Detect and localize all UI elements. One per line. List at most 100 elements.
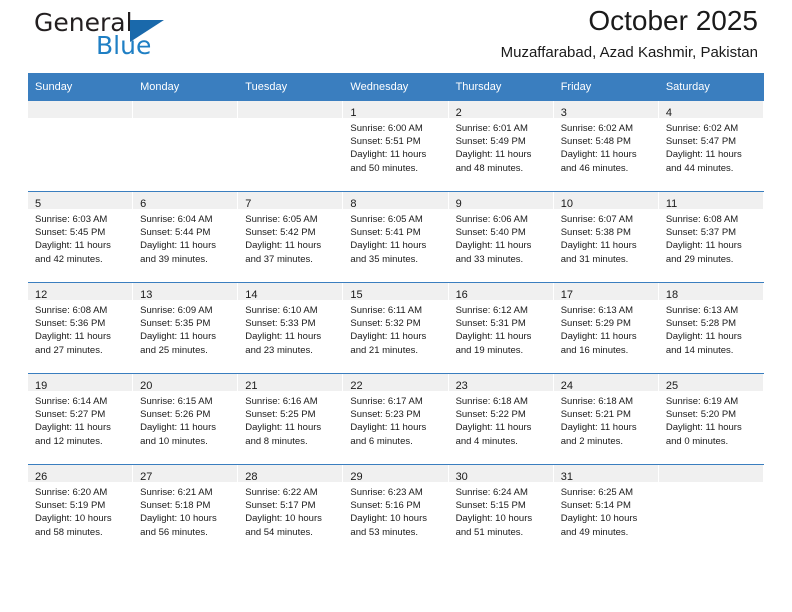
sunset-line: Sunset: 5:45 PM — [35, 227, 106, 239]
day-cell-body: Sunrise: 6:14 AM Sunset: 5:27 PM Daylight:… — [28, 391, 133, 448]
day-number: 25 — [665, 380, 679, 392]
day-cell-body: Sunrise: 6:25 AM Sunset: 5:14 PM Daylight:… — [554, 482, 659, 539]
day-cell-inner — [133, 101, 239, 191]
day-number-band — [238, 101, 344, 118]
calendar-day-cell[interactable]: 6 Sunrise: 6:04 AM Sunset: 5:44 PM Daylight… — [133, 191, 239, 283]
day-number: 17 — [560, 289, 573, 301]
calendar-day-cell[interactable]: 3 Sunrise: 6:02 AM Sunset: 5:48 PM Daylight… — [553, 101, 659, 192]
calendar-day-cell[interactable]: 26 Sunrise: 6:20 AM Sunset: 5:19 PM Dayligh… — [28, 464, 134, 555]
daylight-line-1: Daylight: 11 hours — [35, 331, 111, 343]
calendar-day-cell[interactable]: 27 Sunrise: 6:21 AM Sunset: 5:18 PM Dayligh… — [133, 464, 239, 555]
day-cell-body: Sunrise: 6:15 AM Sunset: 5:26 PM Daylight:… — [133, 391, 238, 448]
sunset-line: Sunset: 5:22 PM — [455, 409, 526, 421]
day-number: 12 — [35, 289, 48, 301]
day-cell-inner: 26 Sunrise: 6:20 AM Sunset: 5:19 PM Dayligh… — [28, 465, 134, 555]
calendar-day-cell[interactable]: 9 Sunrise: 6:06 AM Sunset: 5:40 PM Daylight… — [448, 191, 554, 283]
day-cell-inner: 1 Sunrise: 6:00 AM Sunset: 5:51 PM Daylight… — [343, 101, 449, 191]
sunrise-line: Sunrise: 6:15 AM — [140, 396, 213, 407]
day-cell-inner: 8 Sunrise: 6:05 AM Sunset: 5:41 PM Daylight… — [343, 192, 449, 282]
day-cell-inner: 17 Sunrise: 6:13 AM Sunset: 5:29 PM Dayligh… — [553, 283, 659, 373]
daylight-line-2: and 21 minutes. — [350, 344, 419, 356]
day-cell-body: Sunrise: 6:00 AM Sunset: 5:51 PM Daylight:… — [343, 118, 448, 175]
calendar-day-cell[interactable]: 12 Sunrise: 6:08 AM Sunset: 5:36 PM Dayligh… — [28, 282, 134, 374]
calendar-day-cell[interactable]: 8 Sunrise: 6:05 AM Sunset: 5:41 PM Daylight… — [343, 191, 449, 283]
calendar-day-cell[interactable]: 15 Sunrise: 6:11 AM Sunset: 5:32 PM Dayligh… — [343, 282, 449, 374]
calendar-day-cell[interactable]: 22 Sunrise: 6:17 AM Sunset: 5:23 PM Dayligh… — [343, 373, 449, 465]
daylight-line-2: and 49 minutes. — [560, 526, 629, 538]
daylight-line-2: and 16 minutes. — [560, 344, 629, 356]
daylight-line-1: Daylight: 10 hours — [140, 513, 217, 525]
day-cell-inner: 15 Sunrise: 6:11 AM Sunset: 5:32 PM Dayligh… — [343, 283, 449, 373]
sunset-line: Sunset: 5:51 PM — [350, 136, 421, 148]
day-cell-inner: 14 Sunrise: 6:10 AM Sunset: 5:33 PM Dayligh… — [238, 283, 344, 373]
calendar-day-cell[interactable]: 16 Sunrise: 6:12 AM Sunset: 5:31 PM Dayligh… — [448, 282, 554, 374]
calendar-day-cell[interactable]: 21 Sunrise: 6:16 AM Sunset: 5:25 PM Dayligh… — [238, 373, 344, 465]
day-cell-body: Sunrise: 6:18 AM Sunset: 5:22 PM Daylight:… — [449, 391, 554, 448]
calendar-day-cell[interactable]: 24 Sunrise: 6:18 AM Sunset: 5:21 PM Dayligh… — [553, 373, 659, 465]
calendar-day-cell[interactable]: 14 Sunrise: 6:10 AM Sunset: 5:33 PM Dayligh… — [238, 282, 344, 374]
calendar-day-cell[interactable]: 1 Sunrise: 6:00 AM Sunset: 5:51 PM Daylight… — [343, 101, 449, 192]
calendar-day-cell[interactable]: 13 Sunrise: 6:09 AM Sunset: 5:35 PM Dayligh… — [133, 282, 239, 374]
calendar-day-cell[interactable]: 28 Sunrise: 6:22 AM Sunset: 5:17 PM Dayligh… — [238, 464, 344, 555]
day-number-band: 27 — [133, 465, 239, 483]
daylight-line-2: and 25 minutes. — [140, 344, 208, 356]
daylight-line-2: and 29 minutes. — [665, 253, 734, 265]
day-cell-inner: 9 Sunrise: 6:06 AM Sunset: 5:40 PM Daylight… — [448, 192, 554, 282]
sunrise-line: Sunrise: 6:08 AM — [665, 214, 739, 225]
calendar-day-cell[interactable]: 30 Sunrise: 6:24 AM Sunset: 5:15 PM Dayligh… — [448, 464, 554, 555]
calendar-day-cell[interactable]: 19 Sunrise: 6:14 AM Sunset: 5:27 PM Dayligh… — [28, 373, 134, 465]
calendar-day-cell[interactable]: 10 Sunrise: 6:07 AM Sunset: 5:38 PM Dayligh… — [553, 191, 659, 283]
weekday-header-tuesday: Tuesday — [238, 73, 344, 101]
sunrise-line: Sunrise: 6:01 AM — [455, 123, 528, 134]
calendar-day-cell[interactable]: 25 Sunrise: 6:19 AM Sunset: 5:20 PM Dayligh… — [658, 373, 764, 465]
weekday-header-row: Sunday Monday Tuesday Wednesday Thursday… — [28, 73, 764, 101]
calendar-day-cell[interactable]: 5 Sunrise: 6:03 AM Sunset: 5:45 PM Daylight… — [28, 191, 134, 283]
day-cell-inner: 22 Sunrise: 6:17 AM Sunset: 5:23 PM Dayligh… — [343, 374, 449, 464]
weekday-header-sunday: Sunday — [28, 73, 134, 101]
sunset-line: Sunset: 5:14 PM — [560, 500, 631, 512]
calendar-day-cell[interactable]: 17 Sunrise: 6:13 AM Sunset: 5:29 PM Dayligh… — [553, 282, 659, 374]
daylight-line-2: and 50 minutes. — [350, 162, 419, 174]
general-blue-logo[interactable]: General Blue — [34, 8, 234, 66]
sunrise-line: Sunrise: 6:08 AM — [35, 305, 108, 316]
daylight-line-1: Daylight: 11 hours — [350, 240, 427, 252]
daylight-line-1: Daylight: 11 hours — [560, 331, 637, 343]
day-number-band: 10 — [553, 192, 659, 210]
day-cell-inner — [238, 101, 344, 191]
sunrise-line: Sunrise: 6:12 AM — [455, 305, 528, 316]
calendar-day-cell[interactable]: 20 Sunrise: 6:15 AM Sunset: 5:26 PM Dayligh… — [133, 373, 239, 465]
daylight-line-2: and 0 minutes. — [665, 435, 729, 447]
daylight-line-1: Daylight: 11 hours — [245, 331, 322, 343]
calendar-day-cell[interactable]: 23 Sunrise: 6:18 AM Sunset: 5:22 PM Dayligh… — [448, 373, 554, 465]
daylight-line-1: Daylight: 11 hours — [140, 422, 217, 434]
weekday-header-wednesday: Wednesday — [343, 73, 449, 101]
daylight-line-1: Daylight: 11 hours — [665, 422, 742, 434]
day-number: 9 — [455, 198, 462, 210]
calendar-page: General Blue October 2025 Muzaffarabad, … — [0, 0, 792, 612]
sunset-line: Sunset: 5:27 PM — [35, 409, 106, 421]
calendar-day-cell[interactable]: 31 Sunrise: 6:25 AM Sunset: 5:14 PM Dayligh… — [553, 464, 659, 555]
sunset-line: Sunset: 5:47 PM — [665, 136, 737, 148]
daylight-line-1: Daylight: 11 hours — [665, 149, 742, 161]
sunrise-line: Sunrise: 6:23 AM — [350, 487, 423, 498]
day-number: 22 — [350, 380, 363, 392]
daylight-line-1: Daylight: 10 hours — [35, 513, 112, 525]
day-cell-inner: 5 Sunrise: 6:03 AM Sunset: 5:45 PM Daylight… — [28, 192, 134, 282]
day-cell-inner: 10 Sunrise: 6:07 AM Sunset: 5:38 PM Dayligh… — [553, 192, 659, 282]
calendar-day-cell[interactable]: 18 Sunrise: 6:13 AM Sunset: 5:28 PM Dayligh… — [658, 282, 764, 374]
day-number: 14 — [245, 289, 258, 301]
calendar-day-cell[interactable]: 2 Sunrise: 6:01 AM Sunset: 5:49 PM Daylight… — [448, 101, 554, 192]
calendar-day-cell[interactable]: 11 Sunrise: 6:08 AM Sunset: 5:37 PM Dayligh… — [658, 191, 764, 283]
sunset-line: Sunset: 5:41 PM — [350, 227, 421, 239]
day-cell-inner: 30 Sunrise: 6:24 AM Sunset: 5:15 PM Dayligh… — [448, 465, 554, 555]
day-cell-body: Sunrise: 6:21 AM Sunset: 5:18 PM Daylight:… — [133, 482, 238, 539]
sunrise-line: Sunrise: 6:05 AM — [245, 214, 318, 225]
calendar-day-cell[interactable]: 7 Sunrise: 6:05 AM Sunset: 5:42 PM Daylight… — [238, 191, 344, 283]
daylight-line-1: Daylight: 11 hours — [140, 240, 217, 252]
sunset-line: Sunset: 5:42 PM — [245, 227, 316, 239]
day-cell-body: Sunrise: 6:09 AM Sunset: 5:35 PM Daylight:… — [133, 300, 238, 357]
calendar-day-cell[interactable]: 29 Sunrise: 6:23 AM Sunset: 5:16 PM Dayligh… — [343, 464, 449, 555]
calendar-day-cell[interactable]: 4 Sunrise: 6:02 AM Sunset: 5:47 PM Daylight… — [658, 101, 764, 192]
day-number: 15 — [350, 289, 363, 301]
day-cell-body: Sunrise: 6:05 AM Sunset: 5:42 PM Daylight:… — [238, 209, 343, 266]
